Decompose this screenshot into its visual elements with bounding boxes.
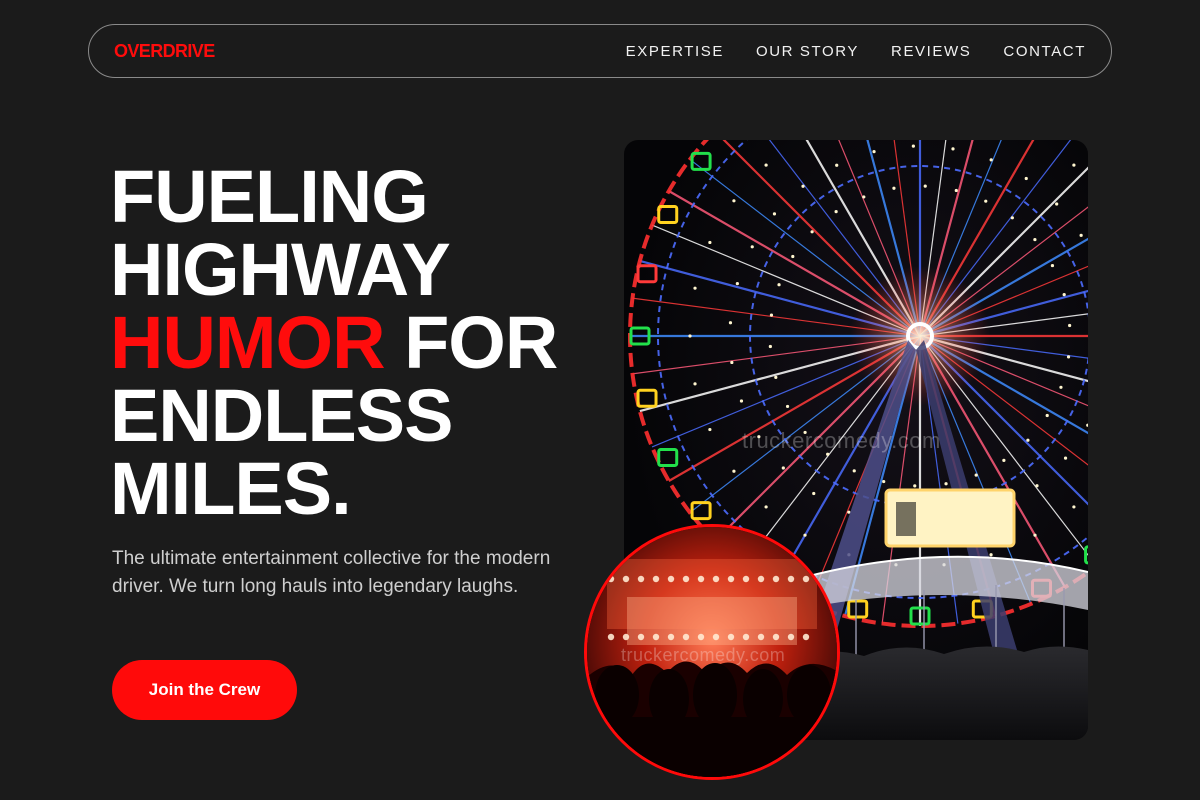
hero-title-line: FUELING [110,160,590,234]
nav-link-reviews[interactable]: REVIEWS [891,43,971,60]
hero-title-segment: HIGHWAY [110,228,451,311]
landing-page: OVERDRIVE EXPERTISE OUR STORY REVIEWS CO… [0,0,1200,800]
hero-subtitle: The ultimate entertainment collective fo… [112,548,551,597]
nav-link-contact[interactable]: CONTACT [1003,43,1086,60]
nav-link-expertise[interactable]: EXPERTISE [626,43,724,60]
join-crew-button[interactable]: Join the Crew [112,660,297,720]
hero-title-line: ENDLESS [110,379,590,453]
hero-title-segment: FOR [384,301,558,384]
hero-title-line: HUMOR FOR [110,306,590,380]
main-watermark: truckercomedy.com [742,428,941,453]
brand-logo[interactable]: OVERDRIVE [114,41,215,62]
hero-title-segment: FUELING [110,155,429,238]
hero-title-segment: MILES. [110,447,352,530]
hero-title-segment: ENDLESS [110,374,454,457]
concert-inset-photo: truckercomedy.com [584,524,840,780]
hero-title-accent: HUMOR [110,301,386,384]
hero-title-line: HIGHWAY [110,233,590,307]
hero-title-line: MILES. [110,452,590,526]
hero-title: FUELING HIGHWAY HUMOR FOR ENDLESS MILES. [110,160,590,526]
inset-watermark: truckercomedy.com [621,645,786,665]
nav-link-our-story[interactable]: OUR STORY [756,43,859,60]
top-nav: OVERDRIVE EXPERTISE OUR STORY REVIEWS CO… [88,24,1112,78]
nav-links: EXPERTISE OUR STORY REVIEWS CONTACT [626,43,1086,60]
